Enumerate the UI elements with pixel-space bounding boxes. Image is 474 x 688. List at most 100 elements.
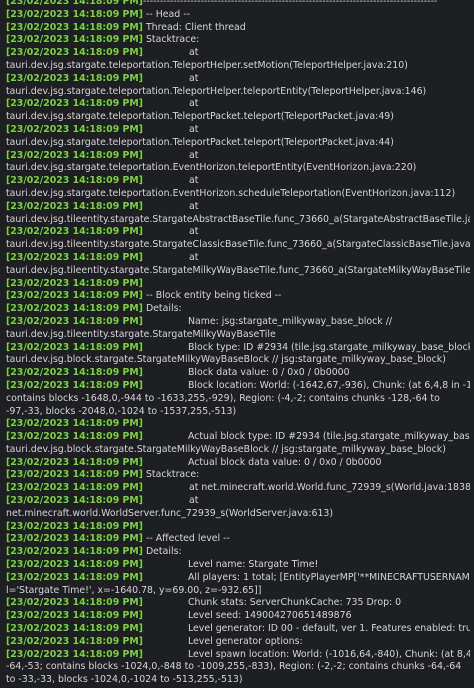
- log-continuation: tauri.dev.jsg.stargate.teleportation.Tel…: [6, 111, 394, 123]
- log-continuation: tauri.dev.jsg.tileentity.stargate.Starga…: [6, 239, 470, 251]
- log-continuation: tauri.dev.jsg.block.stargate.StargateMil…: [6, 354, 446, 366]
- log-line: [23/02/2023 14:18:09 PM] Block location: …: [6, 380, 470, 393]
- log-continuation: l='Stargate Time!', x=-1640.78, y=69.00,…: [6, 584, 262, 596]
- log-timestamp: [23/02/2023 14:18:09 PM]: [6, 303, 143, 315]
- log-timestamp: [23/02/2023 14:18:09 PM]: [6, 8, 143, 20]
- log-line: [23/02/2023 14:18:09 PM]: [6, 278, 470, 291]
- log-message: Thread: Client thread: [142, 21, 246, 33]
- log-timestamp: [23/02/2023 14:18:09 PM]: [6, 431, 143, 443]
- log-line: [23/02/2023 14:18:09 PM] Level spawn loca…: [6, 649, 470, 662]
- log-message: Block data value: 0 / 0x0 / 0b0000: [187, 367, 350, 379]
- log-message: at: [188, 495, 199, 507]
- log-timestamp: [23/02/2023 14:18:09 PM]: [6, 367, 143, 379]
- log-line: [23/02/2023 14:18:09 PM] Details:: [6, 303, 470, 316]
- log-message: Stacktrace:: [142, 469, 200, 481]
- log-message: Block location: World: (-1642,67,-936), …: [187, 379, 470, 391]
- log-message: Chunk stats: ServerChunkCache: 735 Drop:…: [187, 597, 402, 609]
- log-message: at: [188, 149, 199, 161]
- log-view: [23/02/2023 14:18:09 PM]----------------…: [0, 0, 474, 687]
- log-timestamp: [23/02/2023 14:18:09 PM]: [6, 341, 143, 353]
- log-continuation: tauri.dev.jsg.stargate.teleportation.Tel…: [6, 136, 394, 148]
- log-continuation: tauri.dev.jsg.stargate.teleportation.Eve…: [6, 187, 456, 199]
- log-continuation: net.minecraft.world.WorldServer.func_729…: [6, 507, 334, 519]
- log-message: -- Head --: [142, 8, 190, 20]
- log-line: [23/02/2023 14:18:09 PM] Level seed: 1490…: [6, 610, 470, 623]
- log-line: [23/02/2023 14:18:09 PM] at: [6, 495, 470, 508]
- log-timestamp: [23/02/2023 14:18:09 PM]: [6, 456, 143, 468]
- log-message: at: [188, 226, 199, 238]
- log-timestamp: [23/02/2023 14:18:09 PM]: [6, 495, 143, 507]
- log-message: at net.minecraft.world.World.func_72939_…: [188, 482, 470, 494]
- log-line: [23/02/2023 14:18:09 PM] Block data value…: [6, 367, 470, 380]
- log-timestamp: [23/02/2023 14:18:09 PM]: [6, 34, 143, 46]
- log-line: [23/02/2023 14:18:09 PM] -- Head --: [6, 9, 470, 22]
- log-continuation: tauri.dev.jsg.stargate.teleportation.Tel…: [6, 59, 408, 71]
- log-timestamp: [23/02/2023 14:18:09 PM]: [6, 520, 143, 532]
- log-message: Name: jsg:stargate_milkyway_base_block /…: [187, 315, 393, 327]
- log-timestamp: [23/02/2023 14:18:09 PM]: [6, 175, 143, 187]
- log-continuation: tauri.dev.jsg.stargate.teleportation.Eve…: [6, 162, 417, 174]
- log-message: Level generator options:: [187, 635, 303, 647]
- log-line: [23/02/2023 14:18:09 PM] Actual block dat…: [6, 457, 470, 470]
- log-line: [23/02/2023 14:18:09 PM] at: [6, 226, 470, 239]
- log-line: [23/02/2023 14:18:09 PM] -- Affected lev…: [6, 533, 470, 546]
- log-message: Actual block data value: 0 / 0x0 / 0b000…: [187, 456, 382, 468]
- log-continuation: tauri.dev.jsg.tileentity.stargate.Starga…: [6, 264, 470, 276]
- log-timestamp: [23/02/2023 14:18:09 PM]: [6, 98, 143, 110]
- log-message: Level spawn location: World: (-1016,64,-…: [187, 648, 470, 660]
- log-message: Stacktrace:: [142, 34, 200, 46]
- log-line: [23/02/2023 14:18:09 PM] Chunk stats: Ser…: [6, 597, 470, 610]
- log-message: Level generator: ID 00 - default, ver 1.…: [187, 623, 470, 635]
- log-timestamp: [23/02/2023 14:18:09 PM]: [6, 418, 143, 430]
- log-rule-line: [23/02/2023 14:18:09 PM]----------------…: [6, 0, 470, 9]
- log-timestamp: [23/02/2023 14:18:09 PM]: [6, 635, 143, 647]
- log-timestamp: [23/02/2023 14:18:09 PM]: [6, 290, 143, 302]
- log-timestamp: [23/02/2023 14:18:09 PM]: [6, 623, 143, 635]
- log-message: Details:: [142, 303, 182, 315]
- log-line: [23/02/2023 14:18:09 PM] Details:: [6, 546, 470, 559]
- log-timestamp: [23/02/2023 14:18:09 PM]: [6, 72, 143, 84]
- log-message: Actual block type: ID #2934 (tile.jsg.st…: [187, 431, 470, 443]
- log-line: [23/02/2023 14:18:09 PM] Level generator:…: [6, 623, 470, 636]
- log-message: at: [188, 251, 199, 263]
- log-message: at: [188, 175, 199, 187]
- log-line: [23/02/2023 14:18:09 PM] Block type: ID #…: [6, 342, 470, 355]
- log-timestamp: [23/02/2023 14:18:09 PM]: [6, 379, 143, 391]
- log-line: [23/02/2023 14:18:09 PM]: [6, 521, 470, 534]
- log-timestamp: [23/02/2023 14:18:09 PM]: [6, 47, 143, 59]
- log-timestamp: [23/02/2023 14:18:09 PM]: [6, 251, 143, 263]
- log-line: [23/02/2023 14:18:09 PM] at net.minecraft…: [6, 482, 470, 495]
- log-line: [23/02/2023 14:18:09 PM] Stacktrace:: [6, 34, 470, 47]
- log-timestamp: [23/02/2023 14:18:09 PM]: [6, 315, 143, 327]
- log-continuation: contains blocks -1648,0,-944 to -1633,25…: [6, 392, 440, 417]
- log-message: Level name: Stargate Time!: [187, 559, 319, 571]
- log-line: [23/02/2023 14:18:09 PM] All players: 1 t…: [6, 572, 470, 585]
- log-line: [23/02/2023 14:18:09 PM] Name: jsg:starga…: [6, 316, 470, 329]
- log-continuation: tauri.dev.jsg.stargate.teleportation.Tel…: [6, 85, 427, 97]
- log-message: All players: 1 total; [EntityPlayerMP['*…: [187, 571, 470, 583]
- log-line: [23/02/2023 14:18:09 PM] at: [6, 201, 470, 214]
- log-message: at: [188, 200, 199, 212]
- log-message: Level seed: 1490042706514898​76: [187, 610, 352, 622]
- log-message: Block type: ID #2934 (tile.jsg.stargate_…: [187, 341, 470, 353]
- log-line: [23/02/2023 14:18:09 PM] at: [6, 150, 470, 163]
- log-rule: ----------------------------------------…: [142, 0, 438, 7]
- log-message: at: [188, 98, 199, 110]
- log-line: [23/02/2023 14:18:09 PM] Stacktrace:: [6, 469, 470, 482]
- log-timestamp: [23/02/2023 14:18:09 PM]: [6, 123, 143, 135]
- log-timestamp: [23/02/2023 14:18:09 PM]: [6, 149, 143, 161]
- log-continuation: tauri.dev.jsg.block.stargate.StargateMil…: [6, 443, 446, 455]
- log-timestamp: [23/02/2023 14:18:09 PM]: [6, 482, 143, 494]
- log-line: [23/02/2023 14:18:09 PM] Level generator …: [6, 636, 470, 649]
- log-timestamp: [23/02/2023 14:18:09 PM]: [6, 571, 143, 583]
- log-timestamp: [23/02/2023 14:18:09 PM]: [6, 277, 143, 289]
- log-timestamp: [23/02/2023 14:18:09 PM]: [6, 0, 143, 7]
- log-line: [23/02/2023 14:18:09 PM] -- Block entity…: [6, 290, 470, 303]
- log-timestamp: [23/02/2023 14:18:09 PM]: [6, 21, 143, 33]
- log-timestamp: [23/02/2023 14:18:09 PM]: [6, 648, 143, 660]
- log-line: [23/02/2023 14:18:09 PM] at: [6, 175, 470, 188]
- log-timestamp: [23/02/2023 14:18:09 PM]: [6, 469, 143, 481]
- log-continuation: tauri.dev.jsg.tileentity.stargate.Starga…: [6, 213, 470, 225]
- log-line: [23/02/2023 14:18:09 PM] at: [6, 124, 470, 137]
- log-line: [23/02/2023 14:18:09 PM] Actual block typ…: [6, 431, 470, 444]
